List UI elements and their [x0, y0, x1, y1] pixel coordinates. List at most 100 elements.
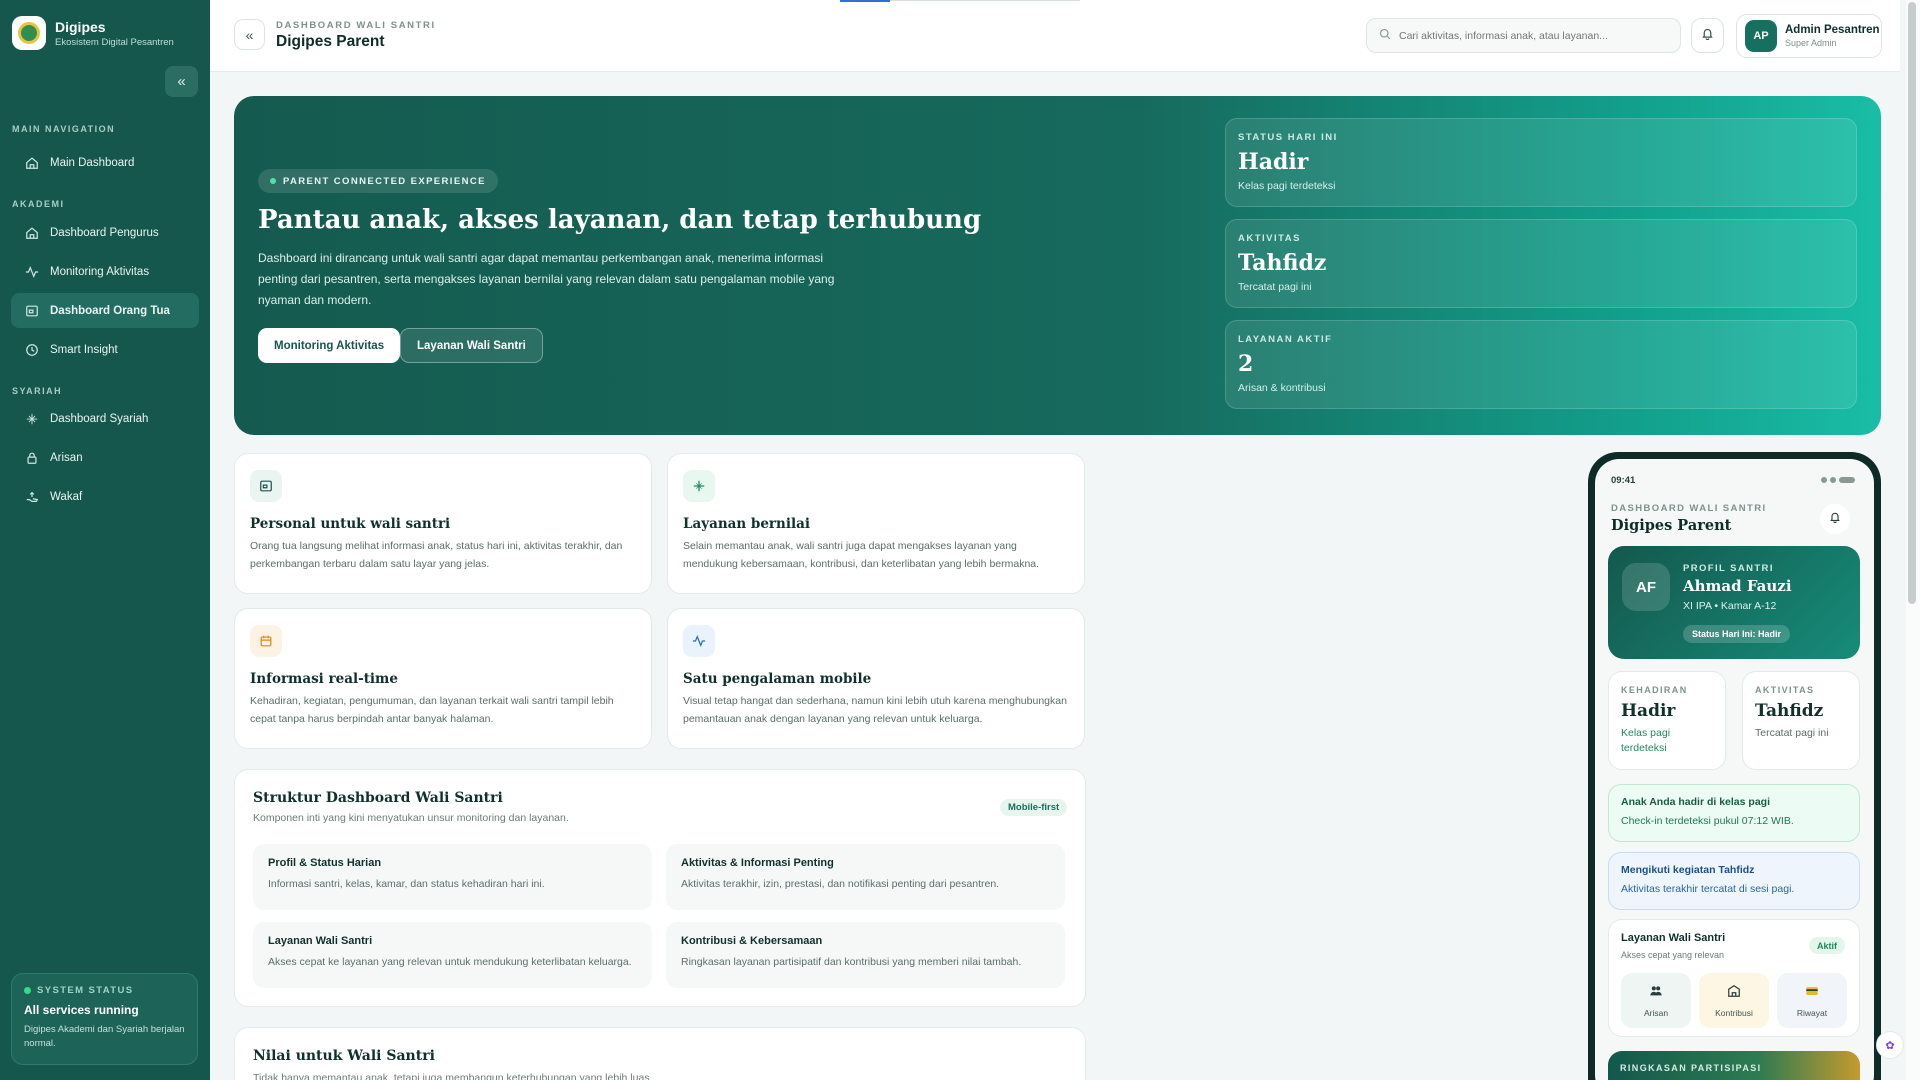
calendar-icon: [250, 625, 282, 657]
topbar: « DASHBOARD WALI SANTRI Digipes Parent A…: [210, 0, 1900, 72]
feature-title: Satu pengalaman mobile: [683, 671, 872, 687]
status-badge: Status Hari Ini: Hadir: [1683, 625, 1791, 643]
sidebar-item-label: Monitoring Aktivitas: [50, 265, 150, 278]
people-icon: [1649, 984, 1663, 1001]
student-name: Ahmad Fauzi: [1683, 577, 1792, 595]
service-tile-arisan[interactable]: Arisan: [1621, 973, 1691, 1028]
assistant-button[interactable]: ✿: [1876, 1031, 1904, 1059]
stat-card-status: STATUS HARI INI Hadir Kelas pagi terdete…: [1225, 118, 1857, 207]
sidebar-item-label: Smart Insight: [50, 343, 118, 356]
double-chevron-left-icon: «: [177, 73, 186, 90]
page-scrollbar[interactable]: [1908, 2, 1916, 604]
search-icon: [1379, 28, 1391, 43]
sidebar-item-dashboard-pengurus[interactable]: Dashboard Pengurus: [11, 215, 199, 250]
status-dot-icon: [24, 987, 31, 994]
phone-screen: 09:41 DASHBOARD WALI SANTRI Digipes Pare…: [1595, 459, 1874, 1080]
notification-button[interactable]: [1691, 18, 1724, 53]
monitor-icon: [250, 470, 282, 502]
student-info: XI IPA • Kamar A-12: [1683, 600, 1777, 612]
sparkle-icon: [683, 470, 715, 502]
attendance-notification[interactable]: Anak Anda hadir di kelas pagi Check-in t…: [1608, 784, 1860, 842]
sidebar-item-monitoring-aktivitas[interactable]: Monitoring Aktivitas: [11, 254, 199, 289]
feature-card-realtime: Informasi real-time Kehadiran, kegiatan,…: [234, 608, 652, 749]
service-tile-riwayat[interactable]: Riwayat: [1777, 973, 1847, 1028]
student-profile-card[interactable]: AF PROFIL SANTRI Ahmad Fauzi XI IPA • Ka…: [1608, 546, 1860, 659]
card-icon: [1805, 984, 1819, 1001]
phone-status-icons: [1821, 477, 1855, 483]
sidebar-item-label: Dashboard Pengurus: [50, 226, 159, 239]
sidebar-item-dashboard-syariah[interactable]: Dashboard Syariah: [11, 401, 199, 436]
struktur-item: Aktivitas & Informasi Penting Aktivitas …: [666, 844, 1065, 910]
user-menu[interactable]: AP Admin Pesantren Super Admin: [1736, 14, 1882, 58]
nav-section-akademi: AKADEMI: [12, 199, 65, 209]
hero-description: Dashboard ini dirancang untuk wali santr…: [258, 251, 835, 307]
feature-title: Informasi real-time: [250, 671, 398, 687]
stat-card-aktivitas: AKTIVITAS Tahfidz Tercatat pagi ini: [1225, 219, 1857, 308]
feature-desc: Selain memantau anak, wali santri juga d…: [683, 540, 1040, 570]
back-button[interactable]: «: [234, 19, 265, 50]
struktur-item: Kontribusi & Kebersamaan Ringkasan layan…: [666, 922, 1065, 988]
nilai-subtitle: Tidak hanya memantau anak, tetapi juga m…: [253, 1072, 653, 1080]
double-chevron-left-icon: «: [245, 26, 254, 43]
sidebar-item-dashboard-orang-tua[interactable]: Dashboard Orang Tua: [11, 293, 199, 328]
feature-desc: Kehadiran, kegiatan, pengumuman, dan lay…: [250, 695, 614, 725]
sidebar-item-label: Wakaf: [50, 490, 83, 503]
student-avatar: AF: [1622, 563, 1670, 611]
sidebar-item-main-dashboard[interactable]: Main Dashboard: [11, 145, 199, 180]
feature-card-layanan: Layanan bernilai Selain memantau anak, w…: [667, 453, 1085, 594]
brand-name: Digipes: [55, 18, 106, 35]
phone-kicker: DASHBOARD WALI SANTRI: [1611, 503, 1767, 514]
kehadiran-card: KEHADIRAN Hadir Kelas pagi terdeteksi: [1608, 671, 1726, 770]
feature-desc: Visual tetap hangat dan sederhana, namun…: [683, 695, 1067, 725]
search-input[interactable]: [1399, 29, 1669, 42]
bell-icon: [1701, 27, 1714, 45]
brand-subtitle: Ekosistem Digital Pesantren: [55, 36, 174, 48]
page-kicker: DASHBOARD WALI SANTRI: [276, 20, 436, 31]
building-icon: [1727, 984, 1741, 1001]
struktur-subtitle: Komponen inti yang kini menyatukan unsur…: [253, 812, 569, 824]
activity-notification[interactable]: Mengikuti kegiatan Tahfidz Aktivitas ter…: [1608, 852, 1860, 910]
struktur-item: Profil & Status Harian Informasi santri,…: [253, 844, 652, 910]
sidebar-item-label: Dashboard Syariah: [50, 412, 149, 425]
nilai-card: Nilai untuk Wali Santri Tidak hanya mema…: [234, 1027, 1086, 1080]
sidebar-collapse-button[interactable]: «: [165, 66, 198, 97]
system-status-kicker: SYSTEM STATUS: [37, 985, 134, 996]
clock-icon: [25, 343, 39, 357]
flower-icon: ✿: [1885, 1039, 1895, 1052]
phone-mockup: 09:41 DASHBOARD WALI SANTRI Digipes Pare…: [1588, 452, 1881, 1080]
feature-title: Layanan bernilai: [683, 516, 810, 532]
layanan-card: Layanan Wali Santri Akses cepat yang rel…: [1608, 919, 1860, 1037]
struktur-card: Struktur Dashboard Wali Santri Komponen …: [234, 769, 1086, 1007]
nilai-title: Nilai untuk Wali Santri: [253, 1048, 435, 1064]
sidebar-item-arisan[interactable]: Arisan: [11, 440, 199, 475]
ringkasan-partisipasi-card: RINGKASAN PARTISIPASI: [1608, 1051, 1860, 1080]
brand[interactable]: Digipes Ekosistem Digital Pesantren: [12, 16, 174, 50]
service-tile-kontribusi[interactable]: Kontribusi: [1699, 973, 1769, 1028]
status-dot-icon: [270, 178, 276, 184]
layanan-wali-santri-button[interactable]: Layanan Wali Santri: [400, 328, 543, 363]
stat-card-layanan: LAYANAN AKTIF 2 Arisan & kontribusi: [1225, 320, 1857, 409]
hero-title: Pantau anak, akses layanan, dan tetap te…: [258, 205, 982, 235]
sidebar-item-label: Main Dashboard: [50, 156, 135, 169]
sidebar-item-smart-insight[interactable]: Smart Insight: [11, 332, 199, 367]
nav-section-syariah: SYARIAH: [12, 386, 63, 396]
user-role: Super Admin: [1785, 38, 1837, 48]
activity-icon: [25, 265, 39, 279]
page-title: Digipes Parent: [276, 33, 385, 50]
system-status-card: SYSTEM STATUS All services running Digip…: [11, 973, 198, 1065]
phone-time: 09:41: [1611, 475, 1636, 486]
sidebar-item-label: Dashboard Orang Tua: [50, 304, 170, 317]
loading-indicator: [840, 0, 890, 2]
search-box[interactable]: [1366, 18, 1681, 53]
aktivitas-card: AKTIVITAS Tahfidz Tercatat pagi ini: [1742, 671, 1860, 770]
feature-card-mobile: Satu pengalaman mobile Visual tetap hang…: [667, 608, 1085, 749]
sidebar-item-wakaf[interactable]: Wakaf: [11, 479, 199, 514]
sparkle-icon: [25, 412, 39, 426]
struktur-item: Layanan Wali Santri Akses cepat ke layan…: [253, 922, 652, 988]
phone-title: Digipes Parent: [1611, 517, 1732, 534]
lock-icon: [25, 451, 39, 465]
phone-notification-button[interactable]: [1820, 504, 1850, 534]
monitoring-aktivitas-button[interactable]: Monitoring Aktivitas: [258, 328, 401, 363]
feature-desc: Orang tua langsung melihat informasi ana…: [250, 540, 623, 570]
hero-pill: PARENT CONNECTED EXPERIENCE: [258, 169, 498, 193]
